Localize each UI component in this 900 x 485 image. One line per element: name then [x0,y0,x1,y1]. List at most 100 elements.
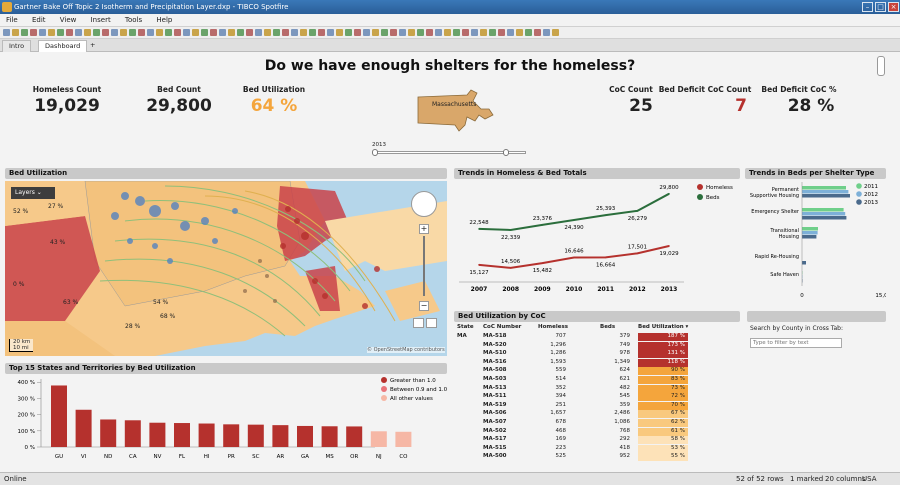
column-header[interactable]: Beds [600,324,615,330]
zoom-out-icon[interactable]: − [419,301,429,311]
toolbar-button-icon[interactable] [489,29,496,36]
massachusetts-shape[interactable] [415,85,495,135]
tab-intro[interactable]: Intro [2,40,32,52]
table-row[interactable]: MA-500 525 952 55 % [454,453,744,462]
toolbar-button-icon[interactable] [552,29,559,36]
column-header[interactable]: Homeless [538,324,568,330]
toolbar-button-icon[interactable] [372,29,379,36]
toolbar-button-icon[interactable] [165,29,172,36]
toolbar-button-icon[interactable] [57,29,64,36]
table-row[interactable]: MA-515 223 418 53 % [454,444,744,454]
toolbar-button-icon[interactable] [264,29,271,36]
menu-insert[interactable]: Insert [85,14,117,27]
toolbar-button-icon[interactable] [516,29,523,36]
toolbar-button-icon[interactable] [273,29,280,36]
toolbar-button-icon[interactable] [390,29,397,36]
toolbar-button-icon[interactable] [534,29,541,36]
table-row[interactable]: MA-507 678 1,086 62 % [454,419,744,428]
toolbar-button-icon[interactable] [12,29,19,36]
table-row[interactable]: MA-519 251 359 70 % [454,401,744,411]
toolbar-button-icon[interactable] [498,29,505,36]
add-tab-button[interactable]: + [84,40,101,52]
toolbar-button-icon[interactable] [525,29,532,36]
top15-chart[interactable]: 0 % 100 % 200 % 300 % 400 % GU VI ND CA NV FL HI PR S… [5,375,447,471]
toolbar-button-icon[interactable] [39,29,46,36]
toolbar-button-icon[interactable] [435,29,442,36]
table-row[interactable]: MA-508 559 624 90 % [454,367,744,376]
maximize-icon[interactable]: □ [875,2,886,12]
toolbar-button-icon[interactable] [255,29,262,36]
toolbar-button-icon[interactable] [354,29,361,36]
toolbar-button-icon[interactable] [426,29,433,36]
toolbar-button-icon[interactable] [444,29,451,36]
toolbar-button-icon[interactable] [453,29,460,36]
menu-view[interactable]: View [54,14,83,27]
menu-tools[interactable]: Tools [119,14,148,27]
toolbar-button-icon[interactable] [48,29,55,36]
table-row[interactable]: MA-503 514 621 83 % [454,376,744,385]
pan-tool-icon[interactable] [426,318,437,328]
toolbar-button-icon[interactable] [381,29,388,36]
table-row[interactable]: MA-520 1,296 749 173 % [454,341,744,351]
menu-help[interactable]: Help [150,14,178,27]
toolbar-button-icon[interactable] [138,29,145,36]
table-row[interactable]: MA-502 468 768 61 % [454,427,744,437]
toolbar-button-icon[interactable] [3,29,10,36]
toolbar-button-icon[interactable] [30,29,37,36]
column-header[interactable]: Bed Utilization ▾ [638,324,688,330]
toolbar-button-icon[interactable] [210,29,217,36]
toolbar-button-icon[interactable] [201,29,208,36]
zoom-in-icon[interactable]: + [419,224,429,234]
toolbar-button-icon[interactable] [246,29,253,36]
shelter-type-chart[interactable]: PermanentSupportive HousingEmergency She… [745,180,886,305]
tab-dashboard[interactable]: Dashboard [38,40,88,52]
table-row[interactable]: MA-511 394 545 72 % [454,393,744,402]
minimize-icon[interactable]: – [862,2,873,12]
status-table[interactable]: USA States [862,473,900,485]
toolbar-button-icon[interactable] [291,29,298,36]
bed-utilization-map[interactable]: Layers ⌄ 27 % 52 % 43 % 0 % 63 % 54 % 68… [5,181,447,356]
table-row[interactable]: MA-510 1,286 978 131 % [454,350,744,359]
toolbar-button-icon[interactable] [156,29,163,36]
toolbar-button-icon[interactable] [345,29,352,36]
toolbar-button-icon[interactable] [228,29,235,36]
toolbar-button-icon[interactable] [75,29,82,36]
toolbar-button-icon[interactable] [318,29,325,36]
column-header[interactable]: CoC Number [483,324,521,330]
toolbar-button-icon[interactable] [507,29,514,36]
toolbar-button-icon[interactable] [462,29,469,36]
toolbar-button-icon[interactable] [129,29,136,36]
toolbar-button-icon[interactable] [84,29,91,36]
trends-chart[interactable]: 2007 2008 2009 2010 2011 2012 2013 22,548 22,339… [454,180,740,300]
toolbar-button-icon[interactable] [93,29,100,36]
table-row[interactable]: MA MA-518 707 379 187 % [454,333,744,342]
toolbar-button-icon[interactable] [237,29,244,36]
map-canvas[interactable] [5,181,447,356]
toolbar-button-icon[interactable] [111,29,118,36]
table-row[interactable]: MA-517 169 292 58 % [454,436,744,445]
menu-file[interactable]: File [0,14,24,27]
toolbar-button-icon[interactable] [471,29,478,36]
toolbar-button-icon[interactable] [282,29,289,36]
toolbar-button-icon[interactable] [336,29,343,36]
layers-button[interactable]: Layers ⌄ [11,187,55,199]
menu-edit[interactable]: Edit [26,14,52,27]
zoom-slider[interactable] [423,236,425,296]
year-slider-handle-end[interactable] [503,149,509,156]
toolbar-button-icon[interactable] [408,29,415,36]
toolbar-button-icon[interactable] [309,29,316,36]
close-icon[interactable]: × [888,2,899,12]
toolbar-button-icon[interactable] [219,29,226,36]
coc-table[interactable]: State CoC Number Homeless Beds Bed Utilizati… [454,324,744,462]
toolbar-button-icon[interactable] [102,29,109,36]
select-tool-icon[interactable] [413,318,424,328]
toolbar-button-icon[interactable] [543,29,550,36]
toolbar-button-icon[interactable] [147,29,154,36]
toolbar-button-icon[interactable] [327,29,334,36]
table-row[interactable]: MA-513 352 482 73 % [454,384,744,394]
year-slider-handle-start[interactable] [372,149,378,156]
column-header[interactable]: State [457,324,474,330]
toolbar-button-icon[interactable] [399,29,406,36]
map-pan-control[interactable] [411,191,437,217]
table-row[interactable]: MA-506 1,657 2,486 67 % [454,410,744,419]
